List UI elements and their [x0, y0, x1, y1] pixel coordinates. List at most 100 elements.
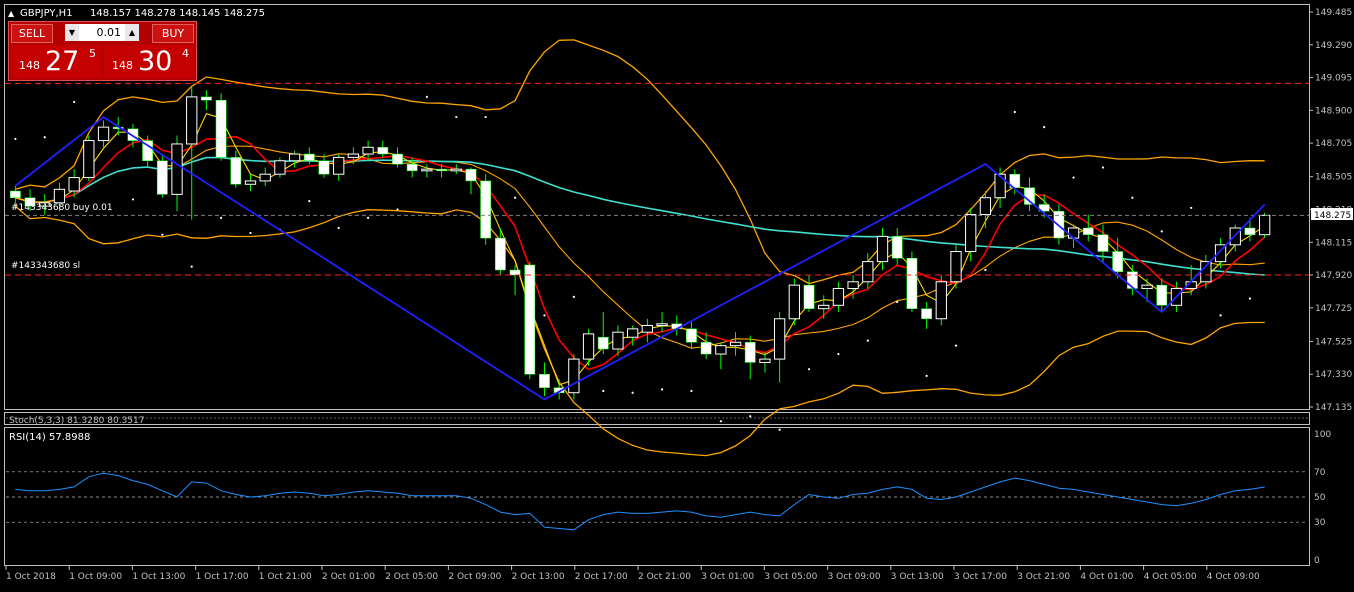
- candle-bear: [303, 153, 315, 162]
- x-tick-label: 4 Oct 05:00: [1144, 572, 1197, 582]
- candle-bull: [627, 328, 639, 338]
- candle-bear: [803, 284, 815, 309]
- candle-bear: [377, 147, 389, 155]
- psar-dot: [954, 344, 958, 347]
- one-click-trading-panel: SELL ▼ 0.01 ▲ BUY 148 27 5 148 30 4: [8, 21, 197, 81]
- candle-bull: [83, 140, 95, 179]
- x-tick-label: 1 Oct 17:00: [196, 572, 249, 582]
- psar-dot: [484, 115, 487, 119]
- candle-bull: [847, 281, 859, 289]
- x-tick-label: 3 Oct 21:00: [1017, 572, 1070, 582]
- x-tick-label: 3 Oct 01:00: [701, 572, 754, 582]
- psar-dot: [631, 391, 634, 394]
- candle-bear: [465, 168, 477, 182]
- sell-price-prefix: 148: [19, 59, 40, 72]
- candle-bear: [392, 153, 403, 165]
- psar-dot: [396, 208, 399, 211]
- candle-bull: [935, 281, 947, 320]
- candle-bear: [406, 163, 418, 172]
- psar-dot: [719, 420, 722, 423]
- candle-bear: [524, 264, 536, 375]
- psar-dot: [1131, 196, 1134, 199]
- candle-bull: [979, 197, 992, 216]
- candle-bull: [288, 153, 301, 162]
- psar-dot: [366, 216, 370, 220]
- rsi-label: RSI(14) 57.8988: [9, 432, 90, 443]
- y-tick-label: 148.115: [1315, 238, 1352, 248]
- psar-dot: [749, 415, 752, 418]
- order-label-sl[interactable]: #143343680 sl: [11, 261, 80, 271]
- candle-bull: [965, 214, 977, 253]
- psar-dot: [1013, 110, 1016, 114]
- candle-bull: [259, 173, 271, 182]
- candle-bear: [1126, 271, 1138, 289]
- psar-dot: [43, 136, 46, 139]
- candle-bull: [421, 168, 433, 172]
- candle-bear: [1082, 227, 1094, 235]
- candle-bear: [1112, 251, 1124, 272]
- psar-dot: [1219, 314, 1222, 317]
- candle-bear: [230, 157, 242, 185]
- y-tick-label: 147.725: [1315, 304, 1352, 314]
- x-tick-label: 2 Oct 17:00: [575, 572, 628, 582]
- order-label-buy[interactable]: #143343680 buy 0.01: [11, 203, 113, 213]
- y-tick-label: 148.505: [1315, 173, 1352, 183]
- candle-bear: [1156, 284, 1168, 306]
- psar-dot: [866, 339, 869, 342]
- psar-dot: [455, 115, 458, 119]
- rsi-tick-label: 30: [1314, 518, 1326, 528]
- candle-bear: [494, 237, 506, 271]
- y-tick-label: 148.705: [1315, 139, 1352, 149]
- x-tick-label: 2 Oct 01:00: [322, 572, 375, 582]
- x-tick-label: 3 Oct 09:00: [828, 572, 881, 582]
- psar-dot: [807, 368, 811, 371]
- psar-dot: [660, 388, 664, 391]
- psar-dot: [896, 300, 899, 304]
- buy-button[interactable]: BUY: [152, 24, 194, 43]
- psar-dot: [308, 199, 311, 203]
- ohlc-readout: 148.157 148.278 148.145 148.275: [90, 8, 265, 19]
- psar-dot: [837, 352, 840, 356]
- lot-decrease-icon[interactable]: ▼: [65, 24, 79, 41]
- candle-bull: [994, 173, 1006, 199]
- chart-canvas[interactable]: 100 70 50 30 0 149.485 149.290 149.095 148.900 14…: [0, 0, 1354, 588]
- candle-bull: [715, 345, 727, 355]
- sell-price-button[interactable]: 148 27 5: [11, 45, 101, 78]
- psar-dot: [425, 95, 428, 98]
- candle-bull: [788, 284, 800, 320]
- candle-bear: [700, 342, 712, 355]
- buy-price-button[interactable]: 148 30 4: [104, 45, 194, 78]
- lot-size-input[interactable]: 0.01: [81, 24, 123, 41]
- candle-bull: [568, 358, 580, 394]
- psar-dot: [984, 268, 987, 272]
- sell-price-sup: 5: [89, 47, 96, 60]
- x-tick-label: 2 Oct 13:00: [512, 572, 565, 582]
- psar-dot: [602, 389, 605, 393]
- candle-bull: [1259, 214, 1271, 236]
- rsi-tick-label: 50: [1314, 493, 1326, 503]
- current-price-value: 148.275: [1314, 211, 1351, 221]
- buy-price-big: 30: [138, 46, 173, 77]
- candle-bear: [686, 328, 697, 343]
- psar-dot: [1101, 166, 1105, 169]
- candle-bear: [201, 96, 212, 101]
- candle-bull: [656, 323, 668, 326]
- lot-size-stepper[interactable]: ▼ 0.01 ▲: [65, 24, 139, 41]
- buy-price-sup: 4: [182, 47, 189, 60]
- candle-bull: [759, 358, 771, 363]
- x-tick-label: 2 Oct 09:00: [448, 572, 501, 582]
- price-chart[interactable]: 100 70 50 30 0 149.485 149.290 149.095 148.900 14…: [0, 0, 1354, 588]
- lot-increase-icon[interactable]: ▲: [125, 24, 139, 41]
- psar-dot: [1160, 230, 1163, 233]
- candle-bull: [53, 188, 66, 204]
- sell-button[interactable]: SELL: [11, 24, 53, 43]
- psar-dot: [572, 295, 575, 299]
- symbol-collapse-icon[interactable]: ▲: [8, 9, 15, 18]
- candle-bull: [832, 288, 845, 306]
- y-tick-label: 149.095: [1315, 74, 1352, 84]
- y-tick-label: 147.135: [1315, 403, 1352, 413]
- candle-bear: [480, 180, 492, 239]
- candle-bull: [612, 331, 624, 350]
- psar-dot: [513, 196, 517, 199]
- candle-bear: [891, 236, 903, 259]
